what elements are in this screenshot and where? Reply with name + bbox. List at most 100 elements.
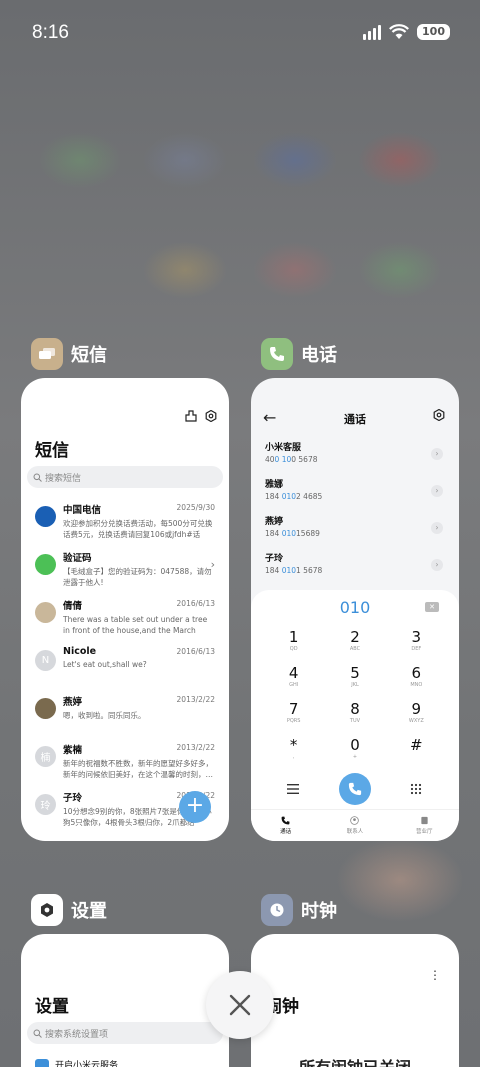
key-letters: PQRS bbox=[286, 718, 301, 724]
key-digit: 5 bbox=[350, 664, 360, 682]
settings-gear-icon[interactable] bbox=[205, 410, 217, 422]
dialpad-key[interactable]: 3 DEF bbox=[386, 628, 447, 658]
app-header-phone[interactable]: 电话 bbox=[261, 338, 337, 370]
contact-avatar bbox=[35, 554, 56, 575]
tab-contacts[interactable]: 联系人 bbox=[330, 816, 380, 835]
close-icon bbox=[229, 994, 251, 1016]
sms-conversation-item[interactable]: 倩倩 There was a table set out under a tree… bbox=[21, 594, 229, 642]
key-letters: MNO bbox=[410, 682, 423, 688]
key-letters: QD bbox=[289, 646, 298, 652]
contact-number: 184 01015689 bbox=[265, 529, 320, 538]
settings-app-card[interactable]: 设置 搜索系统设置项 开启小米云服务 bbox=[21, 934, 229, 1067]
contact-avatar: 楠 bbox=[35, 746, 56, 767]
dialpad-key[interactable]: 0 + bbox=[324, 736, 385, 766]
settings-page-title: 设置 bbox=[35, 997, 69, 1017]
app-header-settings[interactable]: 设置 bbox=[31, 894, 107, 926]
contact-name: 小米客服 bbox=[265, 443, 302, 453]
dialpad-key[interactable]: 7 PQRS bbox=[263, 700, 324, 730]
settings-gear-icon[interactable] bbox=[433, 409, 445, 421]
sms-conversation-item[interactable]: 中国电信 欢迎参加积分兑换话费活动，每500分可兑换话费5元，兑换话费请回复106… bbox=[21, 498, 229, 546]
key-letters: ABC bbox=[349, 646, 361, 652]
alarm-status-message: 所有闹钟已关闭 bbox=[251, 1054, 459, 1067]
chevron-right-icon[interactable]: › bbox=[431, 448, 443, 460]
dialpad-key[interactable]: 4 GHI bbox=[263, 664, 324, 694]
contact-name: 燕婷 bbox=[265, 517, 284, 527]
sms-app-card[interactable]: 短信 搜索短信 中国电信 欢迎参加积分兑换话费活动，每500分可兑换话费5元，兑换… bbox=[21, 378, 229, 841]
dialpad-key[interactable]: 5 JKL bbox=[324, 664, 385, 694]
key-digit: # bbox=[410, 736, 423, 754]
sms-conversation-item[interactable]: 楠紫楠 新年的祝福数不胜数，新年的愿望好多好多，新年的问候依旧美好，在这个温馨的时… bbox=[21, 738, 229, 786]
clear-all-button[interactable] bbox=[206, 971, 274, 1039]
sms-date: 2016/6/13 bbox=[176, 647, 215, 656]
dialpad-key[interactable]: 2 ABC bbox=[324, 628, 385, 658]
sms-date: 2013/2/22 bbox=[176, 743, 215, 752]
clock-app-icon bbox=[261, 894, 293, 926]
contact-avatar bbox=[35, 506, 56, 527]
sms-preview-text: 嗯，收到啦。同乐同乐。 bbox=[63, 711, 146, 720]
contact-suggestion[interactable]: 小米客服 400 100 5678 › bbox=[251, 440, 459, 477]
cloud-icon bbox=[35, 1058, 49, 1067]
key-digit: 1 bbox=[288, 628, 299, 646]
status-bar: 8:16 100 bbox=[0, 0, 480, 68]
app-name-clock: 时钟 bbox=[301, 901, 337, 922]
service-hall-tab-icon bbox=[421, 816, 428, 825]
chevron-right-icon[interactable]: › bbox=[431, 559, 443, 571]
contact-suggestion[interactable]: 燕婷 184 01015689 › bbox=[251, 514, 459, 551]
contact-name: 子玲 bbox=[265, 554, 284, 564]
matched-contacts-list: 小米客服 400 100 5678 › 雅娜 184 0102 4685 › 燕婷 184 0… bbox=[251, 440, 459, 588]
menu-icon[interactable] bbox=[287, 784, 299, 794]
key-digit: 9 bbox=[411, 700, 422, 718]
sms-conversation-item[interactable]: 燕婷 嗯，收到啦。同乐同乐。 2013/2/22 bbox=[21, 690, 229, 738]
call-button[interactable] bbox=[339, 773, 371, 805]
app-name-settings: 设置 bbox=[71, 901, 107, 922]
chevron-right-icon[interactable]: › bbox=[431, 522, 443, 534]
settings-search-placeholder: 搜索系统设置项 bbox=[45, 1029, 109, 1040]
clean-icon[interactable] bbox=[185, 410, 197, 422]
dialpad-key[interactable]: # bbox=[386, 736, 447, 766]
key-digit: 8 bbox=[350, 700, 360, 718]
search-icon bbox=[33, 1029, 42, 1038]
app-header-clock[interactable]: 时钟 bbox=[261, 894, 337, 926]
contact-suggestion[interactable]: 子玲 184 0101 5678 › bbox=[251, 551, 459, 588]
phone-page-title: 通话 bbox=[344, 413, 366, 426]
sms-preview-text: Let's eat out,shall we? bbox=[63, 660, 147, 669]
tab-calls[interactable]: 通话 bbox=[261, 816, 311, 835]
settings-app-icon bbox=[31, 894, 63, 926]
dialpad-key[interactable]: 6 MNO bbox=[386, 664, 447, 694]
tab-service-hall[interactable]: 营业厅 bbox=[399, 816, 449, 835]
key-digit: 6 bbox=[411, 664, 422, 682]
dialpad-key[interactable]: 1 QD bbox=[263, 628, 324, 658]
app-name-sms: 短信 bbox=[71, 345, 107, 366]
sms-preview-text: 欢迎参加积分兑换话费活动，每500分可兑换话费5元，兑换话费请回复106或jfd… bbox=[63, 519, 213, 539]
chevron-right-icon: › bbox=[210, 558, 215, 571]
dialpad-key[interactable]: 8 TUV bbox=[324, 700, 385, 730]
backspace-icon[interactable]: ✕ bbox=[425, 602, 439, 612]
app-header-sms[interactable]: 短信 bbox=[31, 338, 107, 370]
contact-avatar: 玲 bbox=[35, 794, 56, 815]
dialpad-key[interactable]: 9 WXYZ bbox=[386, 700, 447, 730]
sms-conversation-item[interactable]: N Nicole Let's eat out,shall we? 2016/6/13 bbox=[21, 642, 229, 690]
sms-search-input[interactable]: 搜索短信 bbox=[27, 466, 223, 488]
chevron-right-icon[interactable]: › bbox=[431, 485, 443, 497]
app-name-phone: 电话 bbox=[301, 345, 337, 366]
contact-suggestion[interactable]: 雅娜 184 0102 4685 › bbox=[251, 477, 459, 514]
status-time: 8:16 bbox=[32, 22, 69, 43]
dialpad-keys: 1 QD 2 ABC 3 DEF 4 GHI 5 JKL 6 MNO 7 PQRS 8 TUV 9 WXYZ *, 0… bbox=[263, 628, 447, 766]
contact-avatar bbox=[35, 602, 56, 623]
phone-toolbar: ← 通话 bbox=[251, 408, 459, 430]
sms-conversation-list: 中国电信 欢迎参加积分兑换话费活动，每500分可兑换话费5元，兑换话费请回复106… bbox=[21, 498, 229, 834]
sms-conversation-item[interactable]: 验证码 【毛绒盒子】您的验证码为：047588，请勿泄露于他人! › bbox=[21, 546, 229, 594]
settings-search-input[interactable]: 搜索系统设置项 bbox=[27, 1022, 223, 1044]
sms-page-title: 短信 bbox=[35, 441, 69, 461]
tab-calls-label: 通话 bbox=[280, 829, 292, 835]
more-options-icon[interactable]: ⋮ bbox=[429, 968, 441, 982]
new-message-button[interactable]: + bbox=[179, 791, 211, 823]
dialpad-key[interactable]: *, bbox=[263, 736, 324, 766]
dialpad: 010 ✕ 1 QD 2 ABC 3 DEF 4 GHI 5 JKL 6 MNO 7 PQRS 8 TUV 9 W… bbox=[251, 590, 459, 841]
sms-sender-name: 验证码 bbox=[63, 553, 92, 564]
phone-app-card[interactable]: ← 通话 小米客服 400 100 5678 › 雅娜 184 0102 4685 › 燕婷… bbox=[251, 378, 459, 841]
dialpad-toggle-icon[interactable] bbox=[410, 783, 422, 795]
settings-item-cloud[interactable]: 开启小米云服务 bbox=[35, 1058, 118, 1067]
key-letters: , bbox=[292, 754, 295, 760]
clock-app-card[interactable]: ⋮ 闹钟 所有闹钟已关闭 bbox=[251, 934, 459, 1067]
